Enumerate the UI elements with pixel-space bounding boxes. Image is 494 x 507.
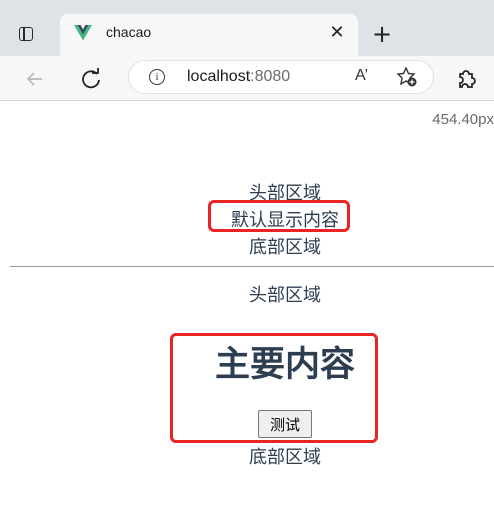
highlight-box-default-content — [208, 200, 350, 232]
tab-actions-button[interactable] — [10, 18, 42, 50]
back-arrow-icon — [26, 72, 42, 86]
url-port: :8080 — [250, 68, 291, 85]
vue-logo-icon — [74, 25, 92, 41]
back-button[interactable] — [20, 64, 50, 94]
width-readout: 454.40px — [432, 111, 494, 128]
info-icon[interactable]: i — [149, 69, 165, 85]
section2-footer: 底部区域 — [249, 447, 321, 468]
reload-button[interactable] — [76, 64, 106, 94]
extensions-icon[interactable] — [454, 66, 478, 90]
page-viewport: 454.40px 头部区域 默认显示内容 底部区域 头部区域 主要内容 测试 底… — [0, 101, 494, 507]
tab-strip: chacao ✕ + — [0, 0, 494, 56]
tab-title: chacao — [106, 24, 152, 40]
tab-actions-icon — [19, 27, 33, 41]
reload-icon — [82, 68, 100, 89]
browser-tab[interactable]: chacao ✕ — [60, 14, 358, 56]
section1-footer: 底部区域 — [249, 237, 321, 258]
close-tab-icon[interactable]: ✕ — [326, 22, 348, 44]
browser-toolbar: i localhost:8080 A’ — [0, 56, 494, 101]
url-host: localhost — [187, 68, 251, 85]
divider — [10, 266, 494, 267]
section2-header: 头部区域 — [249, 285, 321, 306]
url-text[interactable]: localhost:8080 — [187, 68, 290, 86]
address-bar[interactable]: i localhost:8080 A’ — [128, 60, 434, 94]
highlight-box-main-content — [170, 333, 378, 443]
add-favorite-icon[interactable] — [397, 67, 417, 87]
new-tab-button[interactable]: + — [368, 20, 396, 48]
read-aloud-icon[interactable]: A’ — [355, 67, 368, 85]
